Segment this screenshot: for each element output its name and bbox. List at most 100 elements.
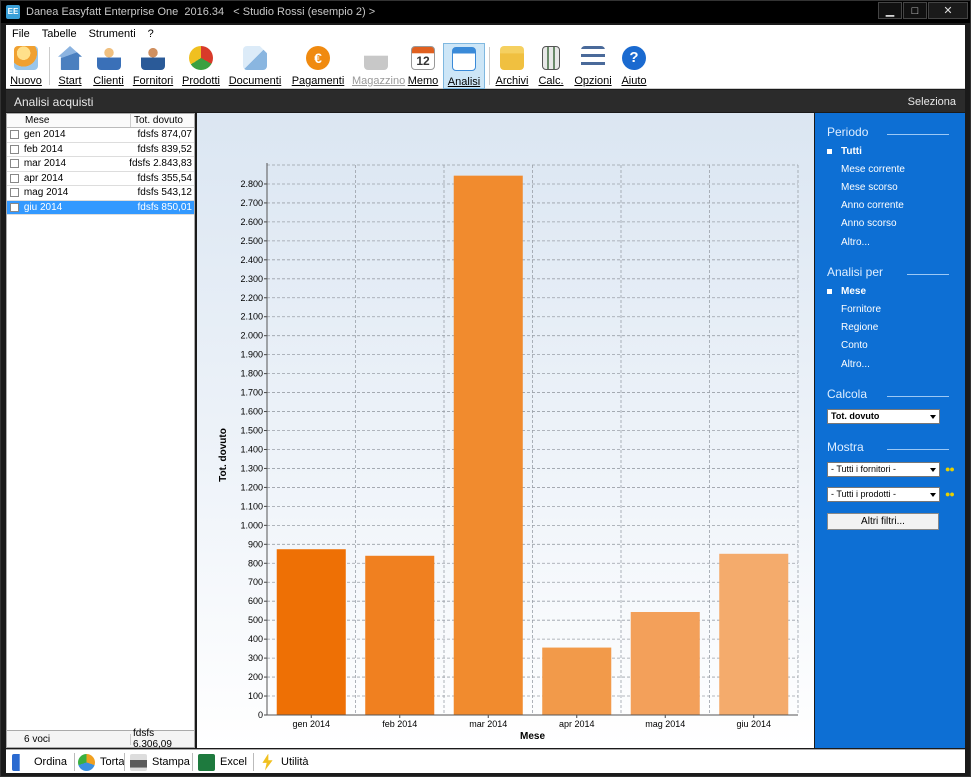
row-checkbox[interactable] <box>10 159 19 169</box>
toolbar-button-calc[interactable]: Calc. <box>536 43 566 89</box>
fornitori-select[interactable]: - Tutti i fornitori - <box>827 462 940 477</box>
row-month: apr 2014 <box>23 172 64 184</box>
x-tick-label: mar 2014 <box>469 719 507 729</box>
table-row[interactable]: giu 2014 fdsfs 850,01 <box>7 200 194 215</box>
maximize-button[interactable]: □ <box>903 2 927 19</box>
row-month: feb 2014 <box>23 143 63 155</box>
row-total: fdsfs 355,54 <box>137 172 192 184</box>
archive-icon <box>500 46 524 70</box>
toolbar-label: Nuovo <box>10 75 42 87</box>
row-checkbox[interactable] <box>10 173 19 183</box>
sort-button[interactable]: Ordina <box>12 753 67 771</box>
menu-help[interactable]: ? <box>148 28 154 40</box>
y-tick-label: 1.700 <box>240 388 263 398</box>
row-checkbox[interactable] <box>10 130 19 140</box>
toolbar-button-magazzino[interactable]: Magazzino <box>352 43 405 89</box>
y-tick-label: 2.200 <box>240 293 263 303</box>
products-icon <box>189 46 213 70</box>
chevron-down-icon <box>930 415 936 419</box>
chevron-down-icon <box>930 468 936 472</box>
periodo-mese-scorso[interactable]: Mese scorso <box>841 182 898 193</box>
toolbar-button-analisi[interactable]: Analisi <box>443 43 485 89</box>
calcola-select[interactable]: Tot. dovuto <box>827 409 940 424</box>
toolbar-button-aiuto[interactable]: ? Aiuto <box>618 43 650 89</box>
toolbar-button-archivi[interactable]: Archivi <box>494 43 530 89</box>
row-checkbox[interactable] <box>10 188 19 198</box>
y-tick-label: 1.800 <box>240 369 263 379</box>
periodo-mese-corrente[interactable]: Mese corrente <box>841 164 905 175</box>
list-body: gen 2014 fdsfs 874,07 feb 2014 fdsfs 839,5… <box>7 128 194 215</box>
toolbar-button-documenti[interactable]: Documenti <box>228 43 282 89</box>
row-month: gen 2014 <box>23 129 66 141</box>
print-button[interactable]: Stampa <box>130 753 190 771</box>
pie-button[interactable]: Torta <box>78 753 124 771</box>
analisi-altro[interactable]: Altro... <box>841 359 870 370</box>
prodotti-filter-icon[interactable]: ●● <box>945 489 955 499</box>
row-checkbox[interactable] <box>10 202 19 212</box>
periodo-tutti[interactable]: Tutti <box>841 146 862 157</box>
toolbar-button-fornitori[interactable]: Fornitori <box>132 43 174 89</box>
analisi-regione[interactable]: Regione <box>841 322 878 333</box>
window-title: Danea Easyfatt Enterprise One 2016.34 < … <box>26 6 376 18</box>
close-button[interactable]: ✕ <box>928 2 968 19</box>
excel-button[interactable]: Excel <box>198 753 247 771</box>
toolbar-button-clienti[interactable]: Clienti <box>91 43 126 89</box>
menu-tabelle[interactable]: Tabelle <box>42 28 77 40</box>
print-icon <box>130 753 147 771</box>
toolbar-button-pagamenti[interactable]: € Pagamenti <box>288 43 348 89</box>
x-tick-label: apr 2014 <box>559 719 595 729</box>
analisi-heading: Analisi per <box>827 265 884 279</box>
utility-icon <box>262 753 273 771</box>
y-tick-label: 1.500 <box>240 426 263 436</box>
menu-strumenti[interactable]: Strumenti <box>89 28 136 40</box>
fornitori-filter-icon[interactable]: ●● <box>945 464 955 474</box>
periodo-altro[interactable]: Altro... <box>841 237 870 248</box>
y-tick-label: 1.300 <box>240 463 263 473</box>
utility-button[interactable]: Utilità <box>259 753 309 771</box>
toolbar-label: Analisi <box>447 76 481 88</box>
toolbar-button-opzioni[interactable]: Opzioni <box>573 43 613 89</box>
toolbar-button-prodotti[interactable]: Prodotti <box>180 43 222 89</box>
chart-area: 0 100 200 300 400 500 600 700 800 900 1.000 1.100 1.… <box>197 113 814 748</box>
y-tick-label: 200 <box>248 672 263 682</box>
periodo-anno-corrente[interactable]: Anno corrente <box>841 200 904 211</box>
toolbar-label: Fornitori <box>132 75 174 87</box>
bar <box>542 647 612 715</box>
other-filters-button[interactable]: Altri filtri... <box>827 513 939 530</box>
toolbar-button-nuovo[interactable]: Nuovo <box>8 43 44 89</box>
sort-label: Ordina <box>34 756 68 768</box>
y-tick-label: 600 <box>248 596 263 606</box>
x-tick-label: feb 2014 <box>382 719 417 729</box>
y-tick-label: 1.900 <box>240 350 263 360</box>
menu-file[interactable]: File <box>12 28 30 40</box>
client-icon <box>96 46 121 70</box>
row-checkbox[interactable] <box>10 144 19 154</box>
y-tick-label: 2.300 <box>240 274 263 284</box>
app-icon: EE <box>6 5 20 19</box>
y-tick-label: 2.700 <box>240 198 263 208</box>
analisi-fornitore[interactable]: Fornitore <box>841 304 881 315</box>
select-link[interactable]: Seleziona <box>908 96 956 108</box>
table-row[interactable]: feb 2014 fdsfs 839,52 <box>7 143 194 157</box>
column-header-month[interactable]: Mese <box>7 114 131 127</box>
pie-label: Torta <box>100 756 125 768</box>
analisi-mese[interactable]: Mese <box>841 286 866 297</box>
table-row[interactable]: apr 2014 fdsfs 355,54 <box>7 172 194 186</box>
minimize-button[interactable]: ▁ <box>878 2 902 19</box>
periodo-anno-scorso[interactable]: Anno scorso <box>841 218 897 229</box>
row-total: fdsfs 543,12 <box>137 187 192 199</box>
analisi-conto[interactable]: Conto <box>841 340 868 351</box>
y-tick-label: 400 <box>248 634 263 644</box>
prodotti-select[interactable]: - Tutti i prodotti - <box>827 487 940 502</box>
menu-bar: File Tabelle Strumenti ? <box>6 25 965 43</box>
table-row[interactable]: mar 2014 fdsfs 2.843,83 <box>7 157 194 172</box>
supplier-icon <box>141 46 165 70</box>
toolbar-button-memo[interactable]: 12 Memo <box>406 43 440 89</box>
toolbar-label: Clienti <box>93 75 124 87</box>
table-row[interactable]: mag 2014 fdsfs 543,12 <box>7 186 194 201</box>
toolbar-label: Opzioni <box>574 75 612 87</box>
table-row[interactable]: gen 2014 fdsfs 874,07 <box>7 128 194 143</box>
toolbar-button-start[interactable]: Start <box>54 43 86 89</box>
column-header-total[interactable]: Tot. dovuto <box>131 114 194 127</box>
periodo-heading: Periodo <box>827 125 869 139</box>
